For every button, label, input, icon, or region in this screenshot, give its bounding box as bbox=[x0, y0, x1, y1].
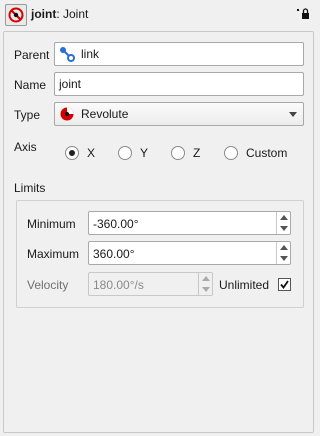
chevron-down-icon bbox=[289, 112, 297, 117]
parent-label: Parent bbox=[14, 48, 50, 62]
axis-option-z: Z bbox=[193, 146, 201, 160]
axis-option-y: Y bbox=[140, 146, 149, 160]
radio-circle bbox=[171, 146, 185, 160]
name-field[interactable]: joint bbox=[54, 72, 304, 96]
name-label: Name bbox=[14, 78, 47, 92]
type-value: Revolute bbox=[81, 107, 129, 121]
axis-label: Axis bbox=[14, 140, 37, 154]
panel-title: joint: Joint bbox=[31, 7, 88, 21]
chevron-down-icon[interactable] bbox=[280, 256, 288, 261]
link-icon bbox=[60, 47, 75, 62]
joint-type-icon[interactable] bbox=[5, 4, 27, 26]
chevron-up-icon[interactable] bbox=[280, 215, 288, 220]
name-value: joint bbox=[59, 77, 82, 91]
maximum-stepper[interactable] bbox=[276, 242, 290, 264]
joint-name-title: joint bbox=[31, 7, 57, 21]
velocity-stepper bbox=[198, 273, 212, 295]
minimum-spinbox[interactable]: -360.00° bbox=[88, 211, 291, 235]
minimum-stepper[interactable] bbox=[276, 212, 290, 234]
parent-field[interactable]: link bbox=[54, 42, 304, 66]
radio-circle bbox=[65, 146, 79, 160]
radio-selected-dot bbox=[69, 150, 75, 156]
axis-radio-x[interactable]: X bbox=[65, 146, 95, 160]
unlimited-checkbox[interactable] bbox=[278, 278, 291, 291]
radio-circle bbox=[118, 146, 132, 160]
checkmark-icon bbox=[280, 280, 289, 289]
lock-icon[interactable] bbox=[296, 7, 310, 21]
axis-radio-z[interactable]: Z bbox=[171, 146, 200, 160]
limits-group: Minimum -360.00° Maximum 360.00° Velocit… bbox=[16, 200, 304, 308]
maximum-label: Maximum bbox=[27, 247, 80, 261]
type-label: Type bbox=[14, 108, 41, 122]
title-bar: joint: Joint bbox=[0, 0, 318, 30]
axis-radio-y[interactable]: Y bbox=[118, 146, 148, 160]
velocity-value: 180.00°/s bbox=[93, 278, 144, 292]
type-select[interactable]: Revolute bbox=[54, 102, 304, 126]
axis-option-x: X bbox=[87, 146, 96, 160]
properties-panel: Parent link Name joint Type Revolute Axi… bbox=[3, 31, 314, 433]
revolute-icon bbox=[60, 107, 74, 121]
chevron-up-icon[interactable] bbox=[280, 245, 288, 250]
unlimited-label: Unlimited bbox=[219, 278, 270, 292]
velocity-label: Velocity bbox=[27, 278, 69, 292]
minimum-value: -360.00° bbox=[93, 217, 139, 231]
minimum-label: Minimum bbox=[27, 217, 76, 231]
joint-type-title: : Joint bbox=[56, 7, 89, 21]
axis-option-custom: Custom bbox=[246, 146, 288, 160]
radio-circle bbox=[224, 146, 238, 160]
limits-label: Limits bbox=[14, 181, 46, 195]
maximum-value: 360.00° bbox=[93, 247, 135, 261]
chevron-up-icon bbox=[202, 276, 210, 281]
velocity-spinbox: 180.00°/s bbox=[88, 272, 213, 296]
chevron-down-icon bbox=[202, 287, 210, 292]
axis-radio-custom[interactable]: Custom bbox=[224, 146, 287, 160]
chevron-down-icon[interactable] bbox=[280, 226, 288, 231]
maximum-spinbox[interactable]: 360.00° bbox=[88, 241, 291, 265]
parent-value: link bbox=[81, 47, 100, 61]
